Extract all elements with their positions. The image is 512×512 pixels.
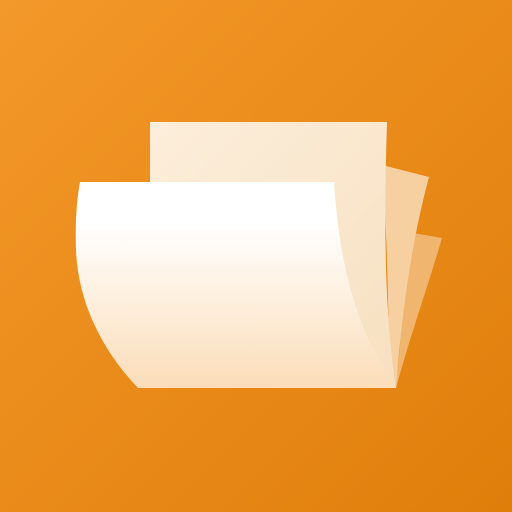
app-icon — [0, 0, 512, 512]
folder-icon — [0, 0, 512, 512]
